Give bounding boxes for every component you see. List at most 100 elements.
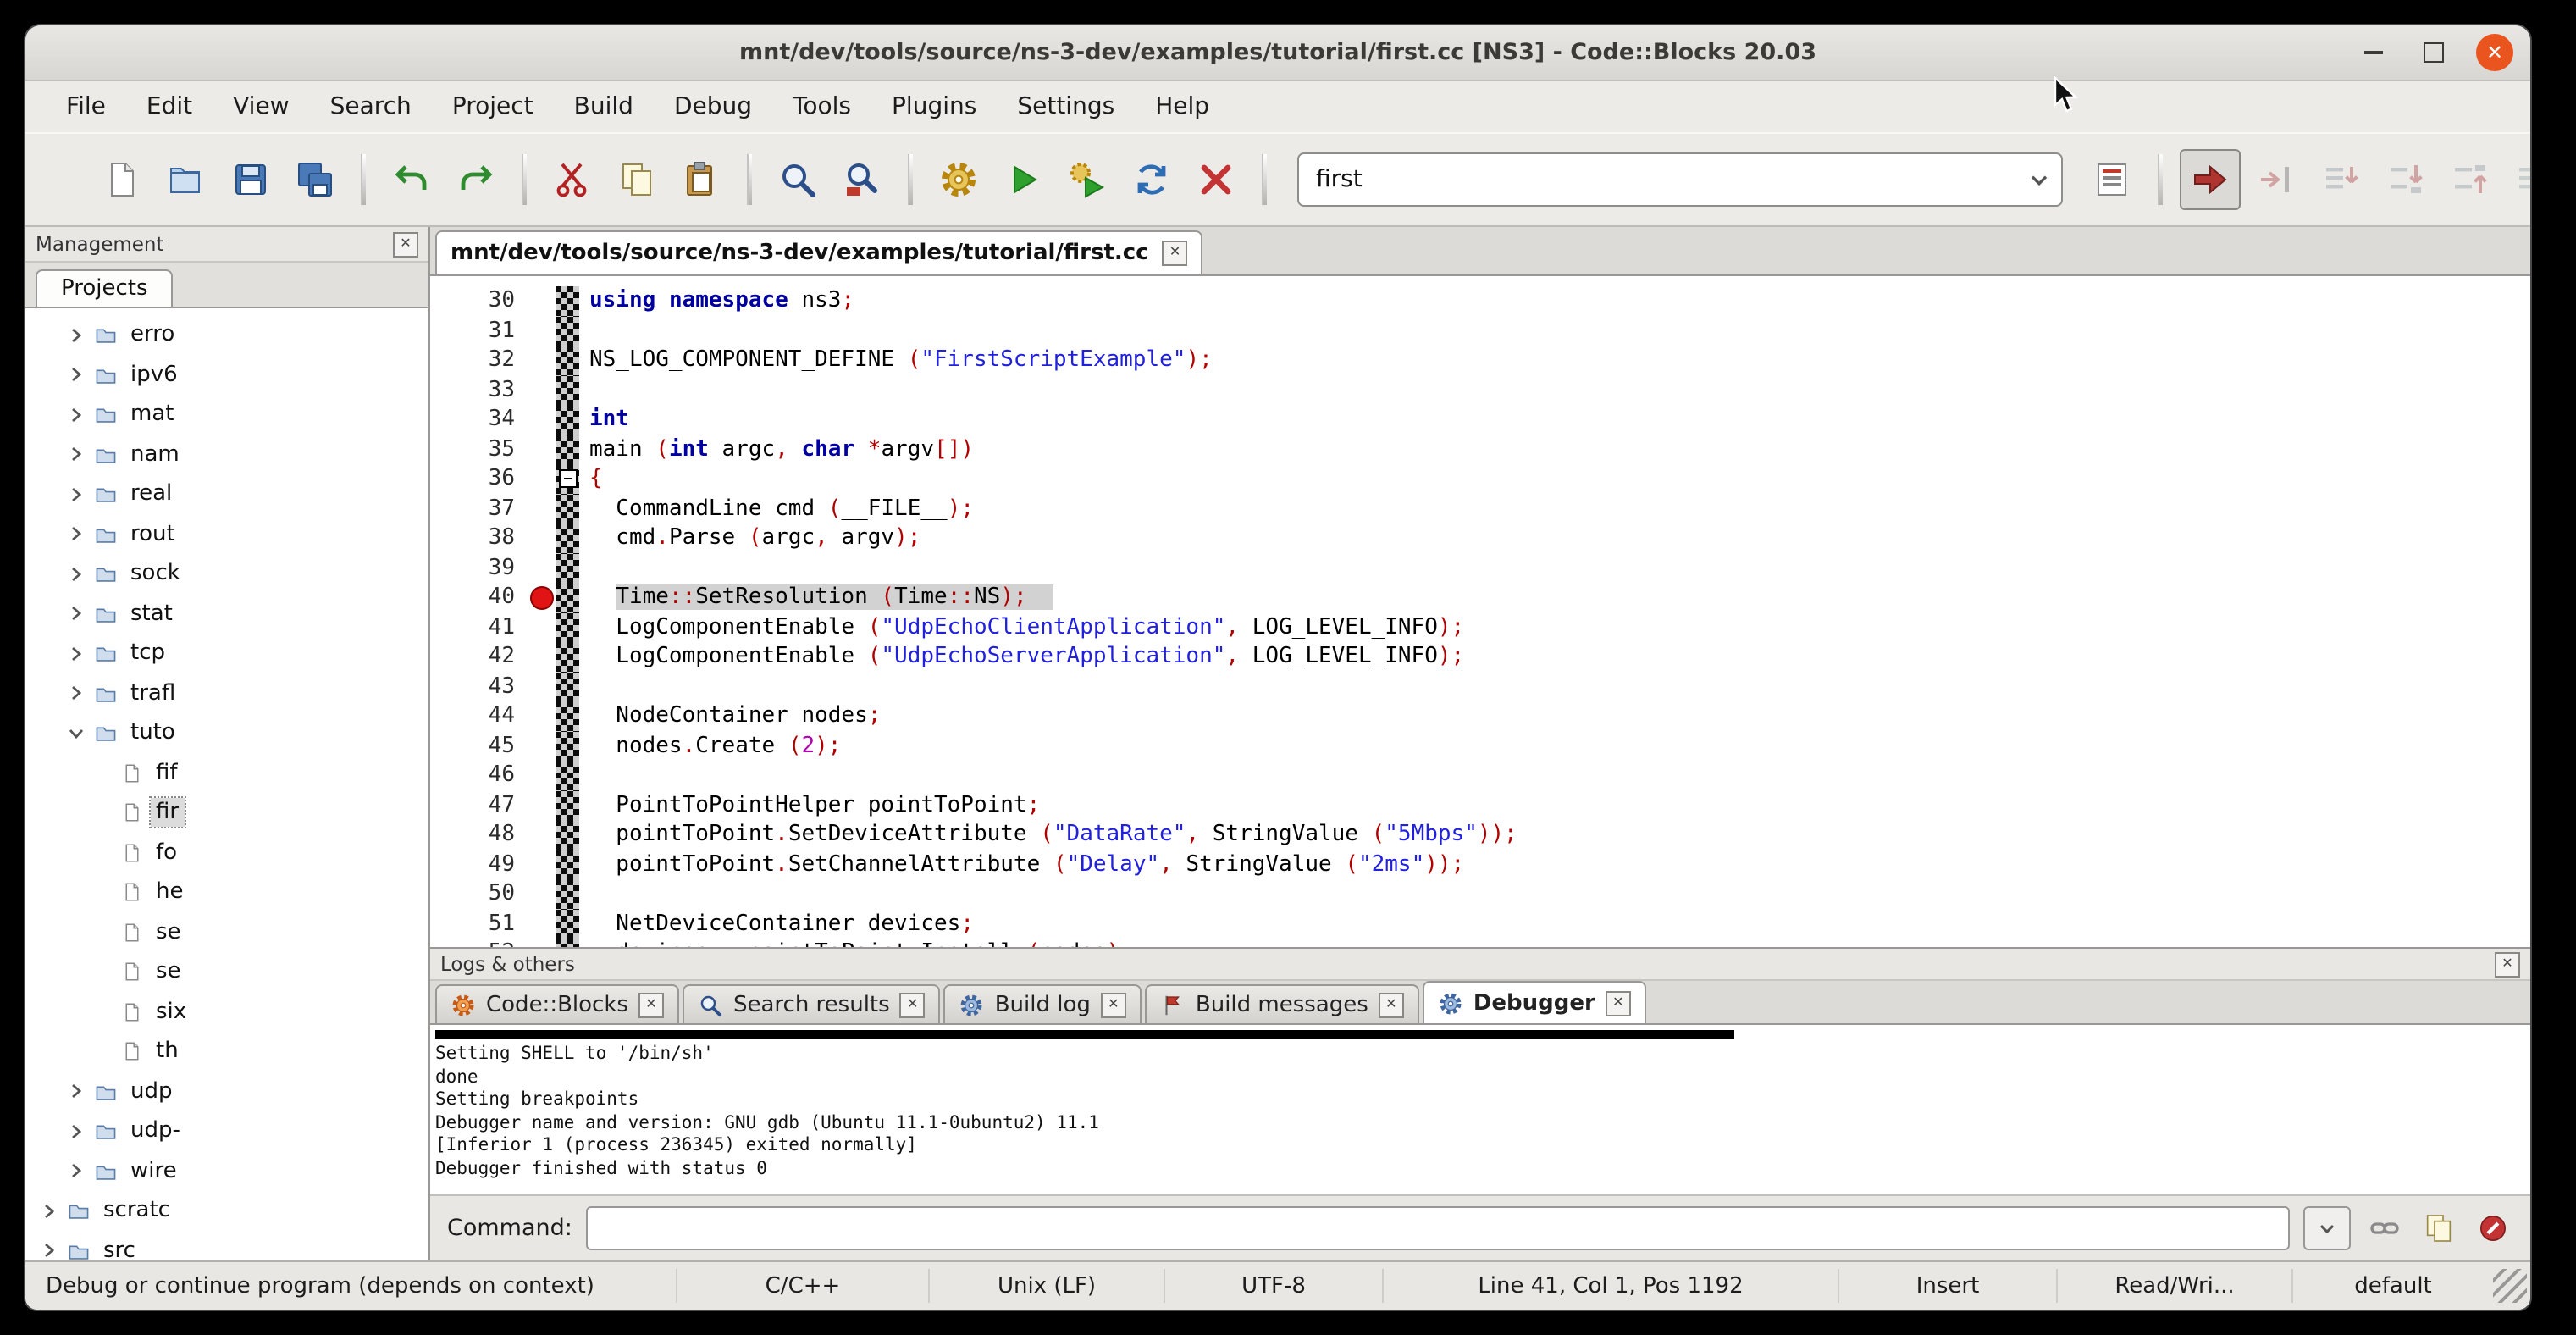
line-number[interactable]: 40 bbox=[430, 583, 528, 612]
tree-item-tcp[interactable]: tcp bbox=[25, 634, 428, 673]
breakpoint-margin[interactable] bbox=[528, 405, 556, 435]
log-tab-search-results[interactable]: Search results✕ bbox=[683, 984, 941, 1023]
line-number[interactable]: 34 bbox=[430, 405, 528, 435]
paste-button[interactable] bbox=[672, 151, 730, 208]
line-number[interactable]: 31 bbox=[430, 316, 528, 346]
tree-item-nam[interactable]: nam bbox=[25, 435, 428, 474]
breakpoint-margin[interactable] bbox=[528, 672, 556, 701]
menu-debug[interactable]: Debug bbox=[657, 88, 769, 125]
line-number[interactable]: 45 bbox=[430, 731, 528, 761]
tree-item-real[interactable]: real bbox=[25, 474, 428, 514]
incremental-search-combobox[interactable] bbox=[1297, 152, 2063, 207]
tree-item-th[interactable]: th bbox=[25, 1032, 428, 1072]
command-input[interactable] bbox=[586, 1206, 2290, 1250]
chevron-collapsed-icon[interactable] bbox=[66, 327, 86, 344]
tree-item-wire[interactable]: wire bbox=[25, 1151, 428, 1191]
log-tab-build-messages[interactable]: Build messages✕ bbox=[1145, 984, 1419, 1023]
tree-item-fir[interactable]: fir bbox=[25, 793, 428, 833]
line-number[interactable]: 39 bbox=[430, 553, 528, 583]
abort-build-button[interactable] bbox=[1187, 151, 1245, 208]
chevron-expanded-icon[interactable] bbox=[66, 725, 86, 742]
find-button[interactable] bbox=[769, 151, 826, 208]
chevron-collapsed-icon[interactable] bbox=[66, 606, 86, 623]
maximize-button[interactable] bbox=[2415, 34, 2452, 71]
debugger-log[interactable]: Setting SHELL to '/bin/sh'doneSetting br… bbox=[430, 1025, 2530, 1194]
build-button[interactable] bbox=[930, 151, 987, 208]
chevron-collapsed-icon[interactable] bbox=[66, 685, 86, 702]
resize-grip[interactable] bbox=[2493, 1269, 2527, 1303]
breakpoint-margin[interactable] bbox=[528, 790, 556, 820]
log-tab-close-icon[interactable]: ✕ bbox=[638, 992, 664, 1017]
menu-plugins[interactable]: Plugins bbox=[875, 88, 993, 125]
code-editor[interactable]: 30using namespace ns3;3132NS_LOG_COMPONE… bbox=[430, 276, 2530, 947]
breakpoint-icon[interactable] bbox=[530, 586, 554, 610]
chevron-collapsed-icon[interactable] bbox=[66, 367, 86, 384]
menu-project[interactable]: Project bbox=[435, 88, 550, 125]
menu-settings[interactable]: Settings bbox=[1000, 88, 1131, 125]
logs-close-icon[interactable]: ✕ bbox=[2495, 951, 2520, 977]
combo-dropdown-icon[interactable] bbox=[2017, 154, 2061, 205]
chevron-collapsed-icon[interactable] bbox=[66, 1163, 86, 1180]
line-number[interactable]: 37 bbox=[430, 494, 528, 523]
tree-item-stat[interactable]: stat bbox=[25, 594, 428, 634]
log-tab-code-blocks[interactable]: Code::Blocks✕ bbox=[435, 984, 679, 1023]
breakpoint-margin[interactable] bbox=[528, 731, 556, 761]
run-to-cursor-button[interactable] bbox=[2247, 151, 2305, 208]
menu-file[interactable]: File bbox=[49, 88, 123, 125]
cut-button[interactable] bbox=[544, 151, 601, 208]
rebuild-button[interactable] bbox=[1123, 151, 1180, 208]
line-number[interactable]: 50 bbox=[430, 879, 528, 909]
menu-search[interactable]: Search bbox=[313, 88, 428, 125]
line-number[interactable]: 47 bbox=[430, 790, 528, 820]
menu-help[interactable]: Help bbox=[1138, 88, 1226, 125]
line-number[interactable]: 51 bbox=[430, 909, 528, 939]
breakpoint-margin[interactable] bbox=[528, 701, 556, 731]
title-bar[interactable]: mnt/dev/tools/source/ns-3-dev/examples/t… bbox=[25, 25, 2530, 81]
tree-item-erro[interactable]: erro bbox=[25, 315, 428, 355]
chevron-collapsed-icon[interactable] bbox=[66, 1083, 86, 1100]
chevron-collapsed-icon[interactable] bbox=[66, 526, 86, 543]
new-file-button[interactable] bbox=[93, 151, 151, 208]
breakpoint-margin[interactable] bbox=[528, 909, 556, 939]
breakpoint-margin[interactable] bbox=[528, 761, 556, 790]
breakpoint-margin[interactable] bbox=[528, 375, 556, 405]
line-number[interactable]: 46 bbox=[430, 761, 528, 790]
line-number[interactable]: 30 bbox=[430, 286, 528, 316]
copy-log-icon[interactable] bbox=[2418, 1208, 2459, 1249]
line-number[interactable]: 32 bbox=[430, 346, 528, 375]
close-button[interactable]: ✕ bbox=[2476, 34, 2513, 71]
fold-marker-icon[interactable] bbox=[558, 470, 577, 489]
line-number[interactable]: 44 bbox=[430, 701, 528, 731]
step-into-button[interactable] bbox=[2376, 151, 2434, 208]
breakpoint-margin[interactable] bbox=[528, 523, 556, 553]
chevron-collapsed-icon[interactable] bbox=[66, 446, 86, 463]
tree-item-fo[interactable]: fo bbox=[25, 833, 428, 872]
save-all-button[interactable] bbox=[286, 151, 344, 208]
tree-item-fif[interactable]: fif bbox=[25, 753, 428, 793]
chevron-collapsed-icon[interactable] bbox=[39, 1243, 59, 1260]
log-tab-close-icon[interactable]: ✕ bbox=[1379, 992, 1404, 1017]
command-dropdown[interactable] bbox=[2303, 1206, 2351, 1250]
link-icon[interactable] bbox=[2364, 1208, 2405, 1249]
menu-edit[interactable]: Edit bbox=[130, 88, 209, 125]
minimize-button[interactable] bbox=[2354, 34, 2391, 71]
breakpoint-margin[interactable] bbox=[528, 286, 556, 316]
undo-button[interactable] bbox=[383, 151, 440, 208]
tree-item-udp[interactable]: udp bbox=[25, 1072, 428, 1111]
tree-item-src[interactable]: src bbox=[25, 1231, 428, 1260]
line-number[interactable]: 35 bbox=[430, 435, 528, 464]
tree-item-se[interactable]: se bbox=[25, 952, 428, 992]
save-file-button[interactable] bbox=[222, 151, 279, 208]
line-number[interactable]: 41 bbox=[430, 612, 528, 642]
copy-button[interactable] bbox=[608, 151, 666, 208]
log-tab-build-log[interactable]: Build log✕ bbox=[944, 984, 1142, 1023]
next-instruction-button[interactable] bbox=[2505, 151, 2532, 208]
breakpoint-margin[interactable] bbox=[528, 939, 556, 947]
breakpoint-margin[interactable] bbox=[528, 464, 556, 494]
breakpoint-margin[interactable] bbox=[528, 583, 556, 612]
find-in-files-button[interactable] bbox=[833, 151, 891, 208]
chevron-collapsed-icon[interactable] bbox=[66, 566, 86, 583]
open-file-button[interactable] bbox=[158, 151, 215, 208]
tree-item-sock[interactable]: sock bbox=[25, 554, 428, 594]
tree-item-mat[interactable]: mat bbox=[25, 395, 428, 435]
